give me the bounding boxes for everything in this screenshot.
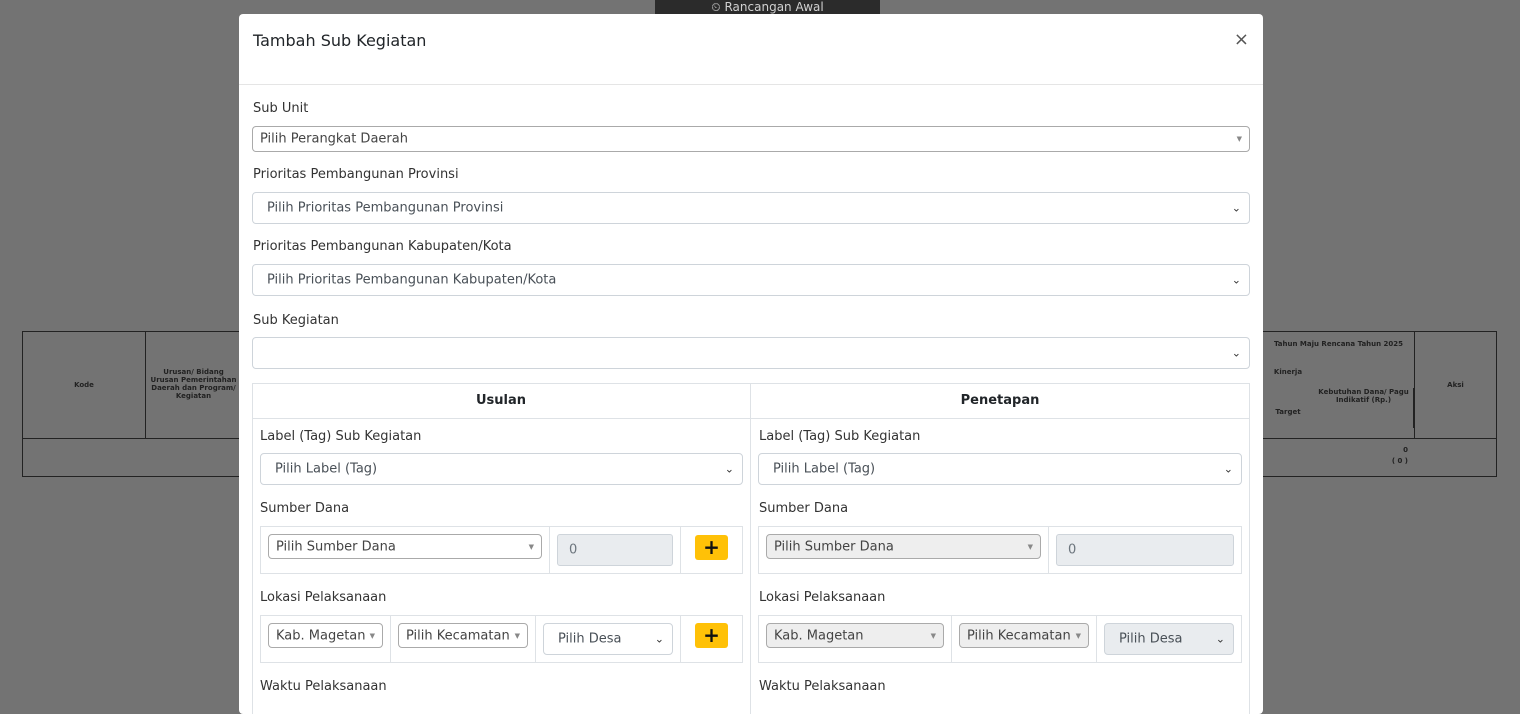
usulan-sumber-dana-select[interactable]: Pilih Sumber Dana ▼ [268, 534, 542, 559]
row-value-sub: ( 0 ) [1391, 457, 1408, 465]
prioritas-kabkota-select[interactable]: Pilih Prioritas Pembangunan Kabupaten/Ko… [252, 264, 1250, 296]
top-status-bar: ⏲ Rancangan Awal [655, 0, 880, 14]
usulan-sumber-dana-label: Sumber Dana [260, 501, 350, 516]
cell-divider [680, 615, 681, 663]
chevron-down-icon: ⌄ [1231, 201, 1241, 215]
usulan-kecamatan-select[interactable]: Pilih Kecamatan ▼ [398, 623, 528, 648]
penetapan-amount-input[interactable]: 0 [1056, 534, 1234, 566]
usulan-label-tag-label: Label (Tag) Sub Kegiatan [260, 429, 422, 444]
penetapan-kecamatan-value: Pilih Kecamatan [967, 628, 1071, 643]
col-kebutuhan: Kebutuhan Dana/ Pagu Indikatif (Rp.) [1314, 388, 1414, 428]
cell-divider [1096, 615, 1097, 663]
penetapan-label-tag-select[interactable]: Pilih Label (Tag) ⌄ [758, 453, 1242, 485]
clock-icon: ⏲ [711, 0, 721, 14]
penetapan-kecamatan-select[interactable]: Pilih Kecamatan ▼ [959, 623, 1089, 648]
caret-down-icon: ▼ [930, 631, 936, 640]
col-kode: Kode [23, 332, 146, 438]
prioritas-kabkota-value: Pilih Prioritas Pembangunan Kabupaten/Ko… [267, 272, 557, 288]
sub-unit-select[interactable]: Pilih Perangkat Daerah ▼ [252, 126, 1250, 152]
panel-divider [750, 383, 751, 714]
caret-down-icon: ▼ [528, 542, 534, 551]
chevron-down-icon: ⌄ [654, 632, 664, 646]
sub-kegiatan-label: Sub Kegiatan [253, 313, 339, 328]
chevron-down-icon: ⌄ [1223, 462, 1233, 476]
cell-divider [535, 615, 536, 663]
caret-down-icon: ▼ [369, 631, 375, 640]
usulan-kecamatan-value: Pilih Kecamatan [406, 628, 510, 643]
col-kinerja: Kinerja [1273, 368, 1303, 376]
col-urusan: Urusan/ Bidang Urusan Pemerintahan Daera… [146, 368, 242, 438]
chevron-down-icon: ⌄ [724, 462, 734, 476]
usulan-desa-select[interactable]: Pilih Desa ⌄ [543, 623, 673, 655]
caret-down-icon: ▼ [1236, 135, 1242, 143]
penetapan-sumber-dana-value: Pilih Sumber Dana [774, 539, 894, 554]
chevron-down-icon: ⌄ [1231, 346, 1241, 360]
col-target: Target [1275, 408, 1301, 416]
usulan-label-tag-value: Pilih Label (Tag) [275, 461, 378, 477]
usulan-waktu-label: Waktu Pelaksanaan [260, 679, 387, 694]
chevron-down-icon: ⌄ [1231, 273, 1241, 287]
usulan-label-tag-select[interactable]: Pilih Label (Tag) ⌄ [260, 453, 743, 485]
prioritas-provinsi-value: Pilih Prioritas Pembangunan Provinsi [267, 200, 504, 216]
penetapan-waktu-label: Waktu Pelaksanaan [759, 679, 886, 694]
usulan-sumber-dana-value: Pilih Sumber Dana [276, 539, 396, 554]
usulan-lokasi-label: Lokasi Pelaksanaan [260, 590, 387, 605]
penetapan-label-tag-value: Pilih Label (Tag) [773, 461, 876, 477]
penetapan-kabupaten-value: Kab. Magetan [774, 628, 864, 643]
prioritas-provinsi-label: Prioritas Pembangunan Provinsi [253, 167, 459, 182]
prioritas-provinsi-select[interactable]: Pilih Prioritas Pembangunan Provinsi ⌄ [252, 192, 1250, 224]
usulan-amount-value: 0 [569, 542, 578, 558]
penetapan-heading: Penetapan [960, 393, 1040, 408]
cell-divider [680, 526, 681, 574]
caret-down-icon: ▼ [514, 631, 520, 640]
cell-divider [549, 526, 550, 574]
penetapan-desa-select[interactable]: Pilih Desa ⌄ [1104, 623, 1234, 655]
caret-down-icon: ▼ [1027, 542, 1033, 551]
sub-unit-value: Pilih Perangkat Daerah [260, 131, 408, 147]
usulan-amount-input[interactable]: 0 [557, 534, 673, 566]
chevron-down-icon: ⌄ [1215, 632, 1225, 646]
cell-divider [390, 615, 391, 663]
cell-divider [1048, 526, 1049, 574]
prioritas-kabkota-label: Prioritas Pembangunan Kabupaten/Kota [253, 239, 512, 254]
penetapan-desa-value: Pilih Desa [1119, 631, 1183, 647]
usulan-heading: Usulan [475, 393, 527, 408]
cell-divider [951, 615, 952, 663]
penetapan-kabupaten-select[interactable]: Kab. Magetan ▼ [766, 623, 944, 648]
usulan-desa-value: Pilih Desa [558, 631, 622, 647]
modal-header: Tambah Sub Kegiatan × [239, 14, 1263, 85]
panel-header-divider [252, 418, 1250, 419]
col-tahun: Tahun Maju Rencana Tahun 2025 [1273, 340, 1404, 348]
usulan-kabupaten-value: Kab. Magetan [276, 628, 366, 643]
add-sumber-dana-button[interactable]: + [695, 535, 728, 560]
penetapan-sumber-dana-label: Sumber Dana [759, 501, 849, 516]
sub-unit-label: Sub Unit [253, 101, 309, 116]
penetapan-sumber-dana-select[interactable]: Pilih Sumber Dana ▼ [766, 534, 1041, 559]
status-label: Rancangan Awal [724, 0, 824, 14]
penetapan-label-tag-label: Label (Tag) Sub Kegiatan [759, 429, 921, 444]
caret-down-icon: ▼ [1075, 631, 1081, 640]
tambah-sub-kegiatan-modal: Tambah Sub Kegiatan × Sub Unit Pilih Per… [239, 14, 1263, 714]
usulan-kabupaten-select[interactable]: Kab. Magetan ▼ [268, 623, 383, 648]
add-lokasi-button[interactable]: + [695, 623, 728, 648]
penetapan-lokasi-label: Lokasi Pelaksanaan [759, 590, 886, 605]
col-aksi: Aksi [1414, 332, 1496, 438]
modal-title: Tambah Sub Kegiatan [253, 31, 427, 50]
close-button[interactable]: × [1234, 29, 1249, 50]
sub-kegiatan-select[interactable]: ⌄ [252, 337, 1250, 369]
penetapan-amount-value: 0 [1068, 542, 1077, 558]
